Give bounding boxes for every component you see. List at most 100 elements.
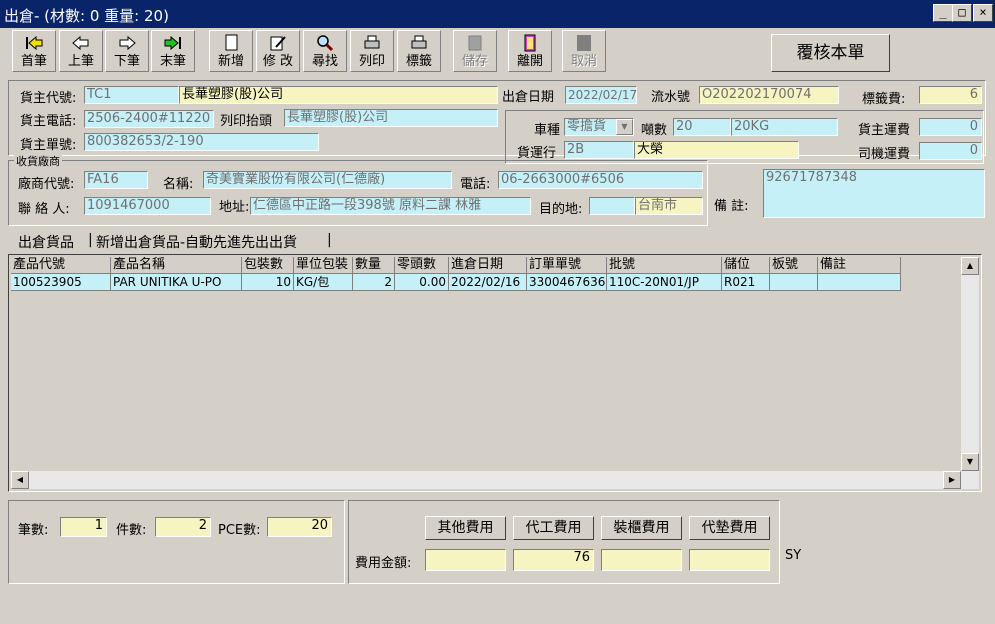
cancel-button[interactable]: 取消: [562, 30, 606, 72]
records-field[interactable]: 1: [60, 517, 107, 537]
owner-code-field[interactable]: TC1: [84, 86, 179, 104]
owner-freight-field[interactable]: 0: [919, 118, 982, 136]
exit-button[interactable]: 離開: [508, 30, 552, 72]
column-header[interactable]: 備註: [818, 257, 901, 274]
tons-unit-field[interactable]: 20KG: [731, 118, 838, 136]
minimize-icon[interactable]: _: [933, 4, 953, 22]
scroll-left-icon[interactable]: ◀: [11, 471, 29, 489]
tons-field[interactable]: 20: [673, 118, 731, 136]
column-header[interactable]: 儲位: [722, 257, 770, 274]
tab-add-fifo[interactable]: 新增出倉貨品-自動先進先出出貨: [96, 232, 297, 252]
column-header[interactable]: 零頭數: [395, 257, 449, 274]
owner-phone-field[interactable]: 2506-2400#11220: [84, 110, 214, 128]
process-fee-amount[interactable]: 76: [513, 549, 594, 571]
records-label: 筆數:: [18, 523, 49, 538]
table-cell[interactable]: 0.00: [395, 274, 449, 291]
table-cell[interactable]: 2: [353, 274, 395, 291]
title-bar[interactable]: 出倉- (材數: 0 重量: 20) _ □ ×: [0, 0, 995, 28]
last-record-button[interactable]: 末筆: [151, 30, 195, 72]
carrier-name-field[interactable]: 大榮: [634, 141, 799, 159]
column-header[interactable]: 進倉日期: [449, 257, 527, 274]
table-cell[interactable]: 3300467636: [527, 274, 607, 291]
pce-field[interactable]: 20: [267, 517, 332, 537]
scroll-up-icon[interactable]: ▲: [961, 257, 979, 275]
prev-record-button[interactable]: 上筆: [59, 30, 103, 72]
table-cell[interactable]: [818, 274, 901, 291]
column-header[interactable]: 板號: [770, 257, 818, 274]
driver-freight-field[interactable]: 0: [919, 142, 982, 160]
label-fee-label: 標籤費:: [862, 92, 906, 107]
receiver-group-label: 收貨廠商: [14, 153, 62, 169]
maximize-icon[interactable]: □: [952, 4, 972, 22]
column-header[interactable]: 產品名稱: [111, 257, 242, 274]
totals-section: [8, 500, 345, 584]
pieces-field[interactable]: 2: [155, 517, 211, 537]
table-cell[interactable]: 10: [242, 274, 294, 291]
label-print-button[interactable]: 標籤: [397, 30, 441, 72]
prev-record-label: 上筆: [67, 54, 94, 69]
table-cell[interactable]: R021: [722, 274, 770, 291]
goods-table[interactable]: 產品代號 產品名稱 包裝數 單位包裝 數量 零頭數 進倉日期 訂單單號 批號 儲位 板號 備註 100…: [8, 254, 982, 492]
print-title-label: 列印抬頭: [220, 114, 273, 129]
remark-label: 備 註:: [714, 199, 749, 214]
label-fee-field[interactable]: 6: [919, 86, 982, 104]
close-icon[interactable]: ×: [973, 4, 993, 22]
out-date-label: 出倉日期: [502, 90, 555, 105]
remark-field[interactable]: 92671787348: [763, 169, 985, 218]
find-label: 尋找: [311, 54, 338, 69]
scroll-right-icon[interactable]: ▶: [943, 471, 961, 489]
table-cell[interactable]: 2022/02/16: [449, 274, 527, 291]
vehicle-select[interactable]: 零擔貨 ▼: [564, 118, 634, 136]
find-button[interactable]: 尋找: [303, 30, 347, 72]
table-cell[interactable]: PAR UNITIKA U-PO: [111, 274, 242, 291]
column-header[interactable]: 訂單單號: [527, 257, 607, 274]
pce-label: PCE數:: [218, 523, 261, 538]
column-header[interactable]: 批號: [607, 257, 722, 274]
carrier-code-field[interactable]: 2B: [564, 141, 634, 159]
vendor-code-field[interactable]: FA16: [84, 171, 148, 189]
review-button[interactable]: 覆核本單: [771, 34, 890, 72]
destination-code-field[interactable]: [589, 197, 635, 215]
edit-button[interactable]: 修 改: [256, 30, 300, 72]
address-field[interactable]: 仁德區中正路一段398號 原料二課 林雅: [250, 197, 531, 215]
table-cell[interactable]: KG/包: [294, 274, 353, 291]
column-header[interactable]: 單位包裝: [294, 257, 353, 274]
first-record-button[interactable]: 首筆: [12, 30, 56, 72]
container-fee-amount[interactable]: [601, 549, 682, 571]
amount-label: 費用金額:: [355, 556, 412, 571]
owner-name-field[interactable]: 長華塑膠(股)公司: [179, 86, 498, 104]
add-button[interactable]: 新增: [209, 30, 253, 72]
receiver-group: [8, 160, 708, 226]
column-header[interactable]: 產品代號: [11, 257, 111, 274]
other-fee-amount[interactable]: [425, 549, 506, 571]
process-fee-button[interactable]: 代工費用: [513, 516, 594, 540]
horizontal-scrollbar[interactable]: ◀ ▶: [11, 471, 979, 489]
owner-code-label: 貨主代號:: [20, 91, 77, 106]
next-record-button[interactable]: 下筆: [105, 30, 149, 72]
advance-fee-amount[interactable]: [689, 549, 770, 571]
serial-field[interactable]: O202202170074: [699, 86, 839, 104]
contact-field[interactable]: 1091467000: [84, 197, 211, 215]
carrier-label: 貨運行: [517, 146, 557, 161]
save-button[interactable]: 儲存: [453, 30, 497, 72]
out-date-field[interactable]: 2022/02/17: [565, 86, 637, 104]
vertical-scrollbar[interactable]: ▲ ▼: [961, 257, 979, 471]
table-cell[interactable]: 110C-20N01/JP: [607, 274, 722, 291]
vendor-phone-field[interactable]: 06-2663000#6506: [498, 171, 703, 189]
scroll-down-icon[interactable]: ▼: [961, 453, 979, 471]
table-cell[interactable]: [770, 274, 818, 291]
column-header[interactable]: 數量: [353, 257, 395, 274]
destination-field[interactable]: 台南市: [635, 197, 703, 215]
table-cell[interactable]: 100523905: [11, 274, 111, 291]
advance-fee-button[interactable]: 代墊費用: [689, 516, 770, 540]
chevron-down-icon[interactable]: ▼: [616, 119, 633, 135]
column-header[interactable]: 包裝數: [242, 257, 294, 274]
vendor-name-field[interactable]: 奇美實業股份有限公司(仁德廠): [203, 171, 452, 189]
print-title-field[interactable]: 長華塑膠(股)公司: [284, 109, 498, 127]
container-fee-button[interactable]: 裝櫃費用: [601, 516, 682, 540]
owner-doc-field[interactable]: 800382653/2-190: [84, 133, 319, 151]
other-fee-button[interactable]: 其他費用: [425, 516, 506, 540]
tab-out-goods[interactable]: 出倉貨品: [18, 232, 74, 252]
tab-separator-end: |: [327, 232, 332, 248]
print-button[interactable]: 列印: [350, 30, 394, 72]
